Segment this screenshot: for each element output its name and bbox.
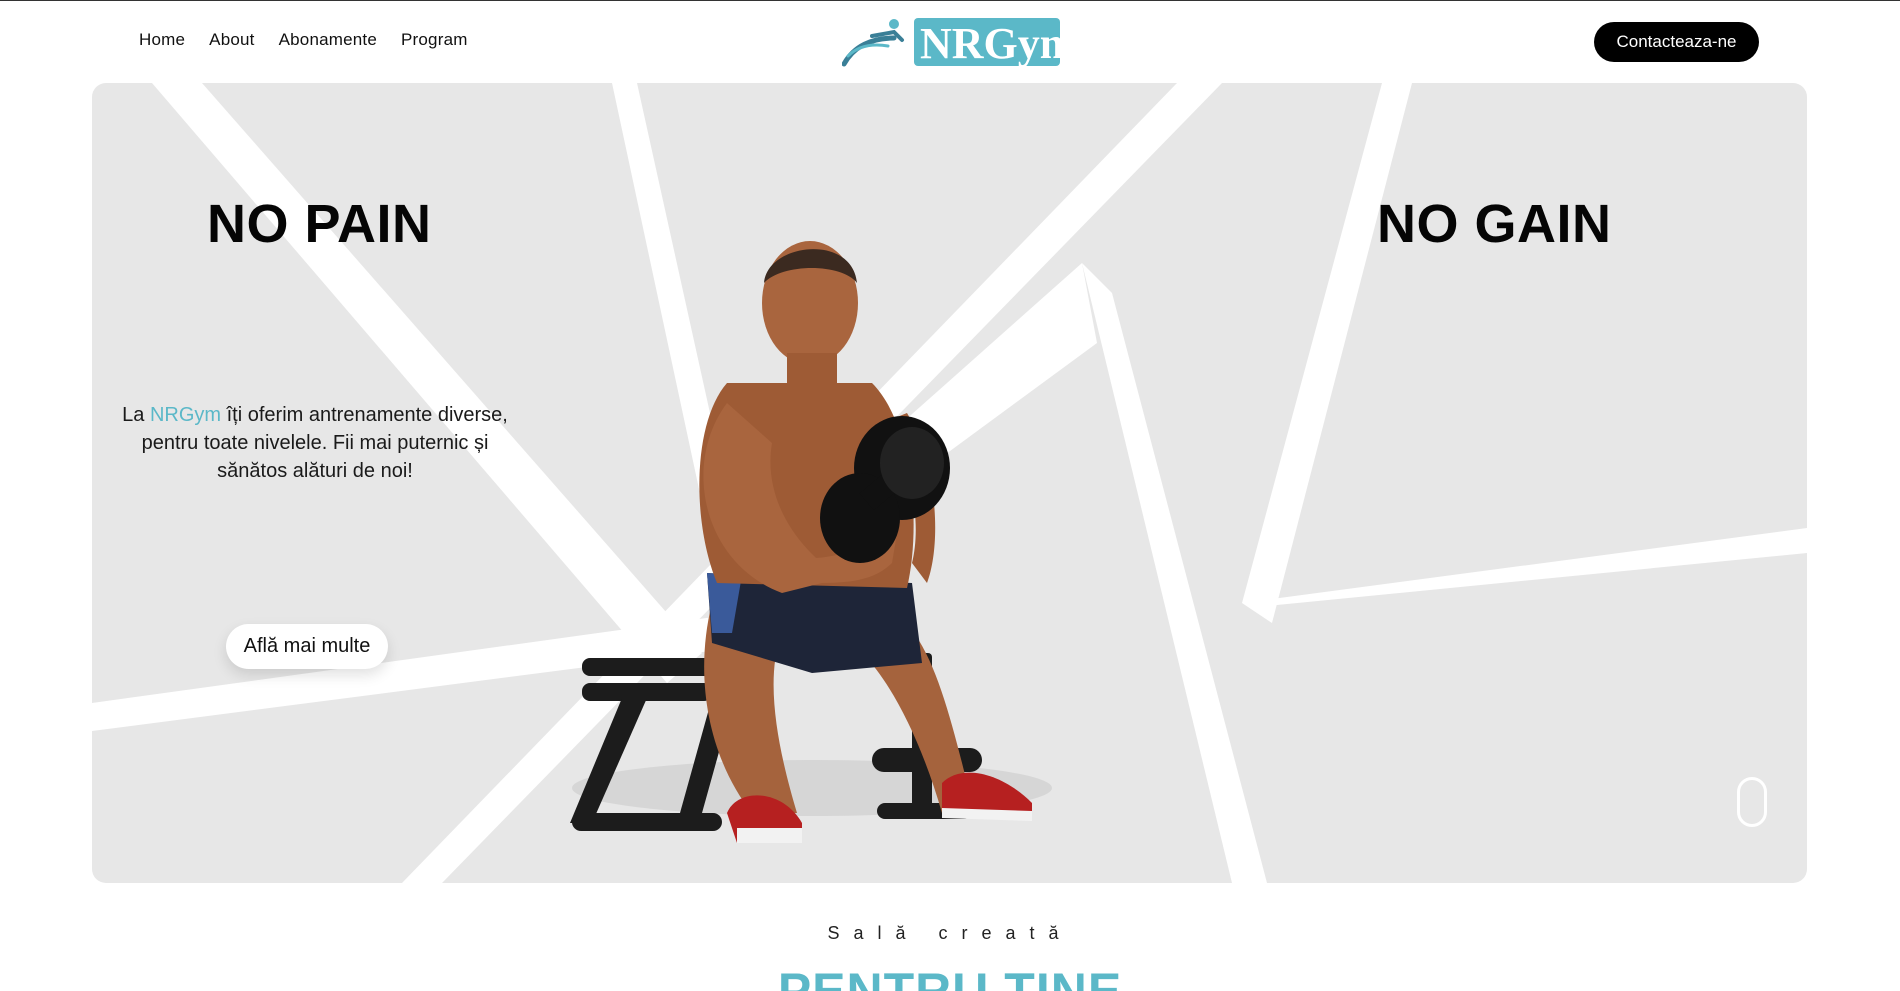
hero-title-right: NO GAIN [1377,194,1612,254]
hero-description: La NRGym îți oferim antrenamente diverse… [115,401,515,485]
nav-link-home[interactable]: Home [139,30,185,50]
nav-links: Home About Abonamente Program [139,30,468,50]
hero-text-brand: NRGym [149,404,222,426]
nav-link-abonamente[interactable]: Abonamente [279,30,377,50]
section-subtitle: Sală creată [827,923,1073,943]
main-navigation: Home About Abonamente Program NRGym Cont… [0,0,1900,82]
hero-text-prefix: La [122,404,150,426]
contact-button[interactable]: Contacteaza-ne [1594,22,1759,62]
hero-title-left: NO PAIN [207,194,432,254]
section-headline: PENTRU TINE [777,963,1123,991]
nav-link-about[interactable]: About [209,30,254,50]
hero-section: NO PAIN NO GAIN La NRGym îți oferim antr… [92,83,1807,883]
logo-text: NRGym [920,19,1060,68]
runner-logo-icon [842,19,904,67]
logo[interactable]: NRGym [842,16,1060,68]
nav-link-program[interactable]: Program [401,30,468,50]
athlete-image [570,241,1052,843]
scroll-mouse-icon[interactable] [1737,777,1767,827]
learn-more-button[interactable]: Află mai multe [226,624,388,669]
